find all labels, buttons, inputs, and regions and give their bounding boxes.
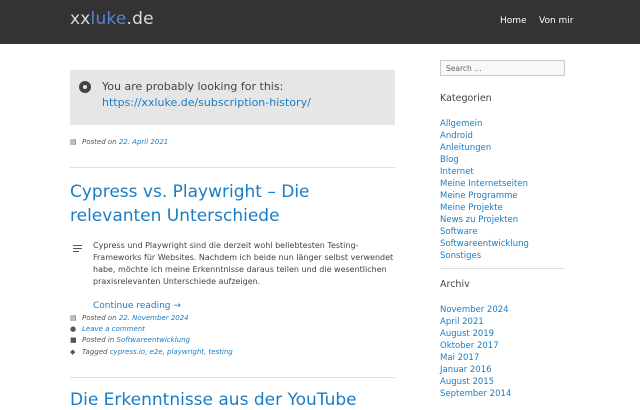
posted-in-label: Posted in bbox=[82, 336, 115, 344]
folder-icon: ■ bbox=[70, 336, 77, 344]
logo-part-de: .de bbox=[126, 9, 154, 29]
calendar-icon: ▤ bbox=[70, 314, 77, 322]
sidebar-separator bbox=[440, 268, 565, 269]
archive-link[interactable]: August 2015 bbox=[440, 376, 511, 388]
category-link[interactable]: Meine Programme bbox=[440, 190, 529, 202]
categories-list: Allgemein Android Anleitungen Blog Internet M… bbox=[440, 118, 529, 262]
posted-on-label: Posted on bbox=[82, 138, 117, 146]
logo-part-xx: xx bbox=[70, 9, 91, 29]
notice-bullet-icon bbox=[79, 81, 91, 93]
nav-von-mir[interactable]: Von mir bbox=[539, 16, 574, 26]
notice-link[interactable]: https://xxluke.de/subscription-history/ bbox=[102, 96, 311, 109]
calendar-icon: ▤ bbox=[70, 138, 77, 146]
search-input[interactable]: Search … bbox=[440, 60, 565, 76]
archive-link[interactable]: Mai 2017 bbox=[440, 352, 511, 364]
category-link[interactable]: Blog bbox=[440, 154, 529, 166]
categories-heading: Kategorien bbox=[440, 93, 492, 104]
posted-on-label: Posted on bbox=[82, 314, 117, 322]
leave-comment-link[interactable]: Leave a comment bbox=[82, 325, 145, 333]
comment-icon: ● bbox=[70, 325, 77, 333]
tags-link[interactable]: cypress.io, e2e, playwright, testing bbox=[110, 348, 233, 356]
archive-link[interactable]: November 2024 bbox=[440, 304, 511, 316]
post-date-link[interactable]: 22. November 2024 bbox=[119, 314, 189, 322]
post-title[interactable]: Cypress vs. Playwright – Die relevanten … bbox=[70, 180, 400, 228]
category-link[interactable]: Meine Projekte bbox=[440, 202, 529, 214]
site-logo[interactable]: xxluke.de bbox=[70, 9, 154, 29]
category-link[interactable]: Meine Internetseiten bbox=[440, 178, 529, 190]
category-link[interactable]: Allgemein bbox=[440, 118, 529, 130]
category-link[interactable]: Software bbox=[440, 226, 529, 238]
logo-part-luke: luke bbox=[90, 9, 127, 29]
category-link[interactable]: Anleitungen bbox=[440, 142, 529, 154]
archive-link[interactable]: Oktober 2017 bbox=[440, 340, 511, 352]
redirect-notice: You are probably looking for this: https… bbox=[70, 70, 395, 125]
post-separator bbox=[70, 167, 395, 168]
post-excerpt: Cypress und Playwright sind die derzeit … bbox=[93, 241, 394, 286]
continue-reading-link[interactable]: Continue reading → bbox=[93, 301, 181, 311]
category-link[interactable]: Softwareentwicklung bbox=[117, 336, 190, 344]
archive-link[interactable]: Januar 2016 bbox=[440, 364, 511, 376]
tagged-label: Tagged bbox=[82, 348, 108, 356]
notice-text: You are probably looking for this: bbox=[102, 80, 284, 93]
category-link[interactable]: Softwareentwicklung bbox=[440, 238, 529, 250]
archive-link[interactable]: August 2019 bbox=[440, 328, 511, 340]
archive-link[interactable]: April 2021 bbox=[440, 316, 511, 328]
category-link[interactable]: News zu Projekten bbox=[440, 214, 529, 226]
nav-home[interactable]: Home bbox=[500, 16, 527, 26]
category-link[interactable]: Android bbox=[440, 130, 529, 142]
post-format-icon bbox=[73, 245, 82, 254]
category-link[interactable]: Internet bbox=[440, 166, 529, 178]
category-link[interactable]: Sonstiges bbox=[440, 250, 529, 262]
post-separator bbox=[70, 377, 395, 378]
archive-list: November 2024 April 2021 August 2019 Oktobe… bbox=[440, 304, 511, 400]
site-header: xxluke.de Home Von mir bbox=[0, 0, 640, 44]
next-post-title[interactable]: Die Erkenntnisse aus der YouTube bbox=[70, 390, 357, 410]
tag-icon: ◆ bbox=[70, 348, 76, 356]
archive-link[interactable]: September 2014 bbox=[440, 388, 511, 400]
search-placeholder: Search … bbox=[446, 64, 482, 73]
archive-heading: Archiv bbox=[440, 279, 470, 290]
first-post-date-link[interactable]: 22. April 2021 bbox=[119, 138, 168, 146]
